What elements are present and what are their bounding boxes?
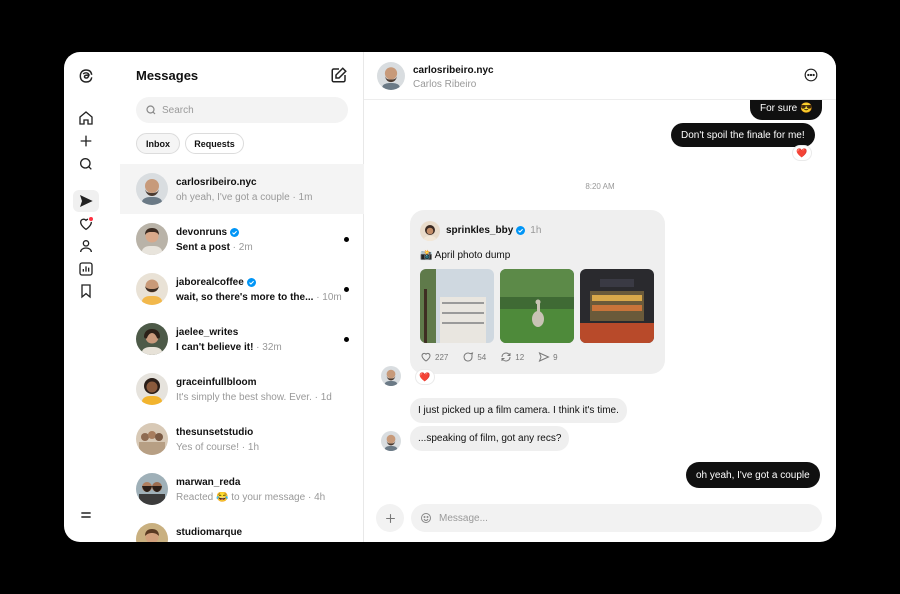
conversation-name: marwan_reda (176, 477, 241, 488)
add-attachment-button[interactable] (376, 504, 404, 532)
conversation-name: graceinfullbloom (176, 377, 257, 388)
notification-dot (88, 216, 94, 222)
shared-post-user: sprinkles_bby 1h (446, 225, 542, 236)
comment-count[interactable]: 54 (462, 351, 486, 363)
conversation-item[interactable]: jaelee_writes I can't believe it! · 32m (120, 314, 364, 364)
avatar (420, 221, 440, 241)
heart-icon (421, 352, 431, 362)
share-count[interactable]: 9 (538, 351, 558, 363)
send-icon[interactable] (73, 190, 99, 212)
unread-dot (344, 337, 349, 342)
conversation-item[interactable]: graceinfullbloom It's simply the best sh… (120, 364, 364, 414)
message-incoming[interactable]: I just picked up a film camera. I think … (410, 398, 627, 423)
avatar (136, 273, 168, 305)
conversation-preview: oh yeah, I've got a couple · 1m (176, 192, 313, 203)
avatar (136, 473, 168, 505)
messages-title: Messages (136, 68, 199, 83)
unread-dot (344, 237, 349, 242)
chat-username[interactable]: carlosribeiro.nyc (413, 65, 494, 76)
app-window: Messages Inbox Requests carlosribeiro.ny… (64, 52, 836, 542)
conversation-item[interactable]: devonruns Sent a post · 2m (120, 214, 364, 264)
insights-icon[interactable] (75, 258, 97, 280)
search-icon[interactable] (75, 153, 97, 175)
more-options-icon[interactable] (804, 68, 818, 82)
message-input[interactable] (439, 504, 809, 532)
avatar (136, 423, 168, 455)
threads-logo-icon[interactable] (75, 65, 97, 87)
conversation-preview: It's simply the best show. Ever. · 1d (176, 392, 332, 403)
conversation-preview: Yes of course! · 1h (176, 442, 260, 453)
conversation-item[interactable]: thesunsetstudio Yes of course! · 1h (120, 414, 364, 464)
search-input[interactable] (162, 97, 342, 123)
conversation-name: studiomarque (176, 527, 243, 538)
conversation-name: thesunsetstudio (176, 427, 254, 438)
repost-count[interactable]: 12 (500, 351, 524, 363)
chat-panel: carlosribeiro.nyc Carlos Ribeiro For sur… (364, 52, 836, 542)
conversation-item[interactable]: marwan_reda Reacted 😂 to your message · … (120, 464, 364, 514)
heart-icon[interactable] (75, 213, 97, 235)
conversation-list: carlosribeiro.nyc oh yeah, I've got a co… (120, 164, 364, 542)
shared-post-time: 1h (530, 225, 542, 236)
avatar[interactable] (377, 62, 405, 90)
post-photo[interactable] (580, 269, 654, 343)
avatar (136, 523, 168, 542)
message-incoming[interactable]: ...speaking of film, got any recs? (410, 426, 570, 451)
conversation-item[interactable]: studiomarque (120, 514, 364, 542)
avatar (136, 173, 168, 205)
reaction-heart[interactable]: ❤️ (415, 369, 435, 385)
share-icon (538, 352, 550, 362)
message-composer (376, 504, 822, 532)
plus-icon[interactable] (75, 130, 97, 152)
conversation-item[interactable]: carlosribeiro.nyc oh yeah, I've got a co… (120, 164, 364, 214)
plus-icon (385, 513, 395, 523)
repost-icon (501, 352, 511, 362)
conversation-preview: I can't believe it! · 32m (176, 342, 282, 353)
conversation-list-panel: Messages Inbox Requests carlosribeiro.ny… (120, 52, 364, 542)
conversation-preview: Reacted 😂 to your message · 4h (176, 492, 326, 503)
conversation-item[interactable]: jaborealcoffee wait, so there's more to … (120, 264, 364, 314)
conversation-preview: wait, so there's more to the... · 10m (176, 292, 342, 303)
nav-rail (64, 52, 108, 542)
chat-header: carlosribeiro.nyc Carlos Ribeiro (364, 52, 836, 100)
comment-icon (463, 352, 474, 362)
avatar (136, 223, 168, 255)
avatar (136, 373, 168, 405)
message-outgoing[interactable]: oh yeah, I've got a couple (686, 462, 820, 488)
conversation-name: devonruns (176, 227, 240, 238)
avatar (381, 366, 401, 386)
message-outgoing[interactable]: Don't spoil the finale for me! (671, 123, 815, 147)
shared-post-card[interactable]: sprinkles_bby 1h 📸 April photo dump 227 (410, 210, 665, 374)
reaction-heart[interactable]: ❤️ (792, 145, 812, 161)
tab-requests[interactable]: Requests (185, 133, 244, 154)
profile-icon[interactable] (75, 235, 97, 257)
emoji-icon[interactable] (420, 512, 432, 524)
post-photo[interactable] (500, 269, 574, 343)
avatar (136, 323, 168, 355)
post-actions: 227 54 12 9 (420, 351, 558, 363)
post-photo[interactable] (420, 269, 494, 343)
search-box (136, 97, 348, 123)
conversation-name: jaborealcoffee (176, 277, 256, 288)
unread-dot (344, 287, 349, 292)
shared-post-text: 📸 April photo dump (420, 250, 511, 261)
avatar (381, 431, 401, 451)
home-icon[interactable] (75, 107, 97, 129)
search-icon (146, 105, 156, 115)
verified-badge-icon (246, 278, 256, 287)
verified-badge-icon (516, 226, 526, 235)
like-count[interactable]: 227 (420, 351, 448, 363)
chat-full-name: Carlos Ribeiro (413, 79, 477, 90)
tab-inbox[interactable]: Inbox (136, 133, 180, 154)
compose-icon[interactable] (330, 66, 348, 84)
timestamp: 8:20 AM (585, 182, 615, 191)
menu-icon[interactable] (75, 504, 97, 526)
conversation-name: jaelee_writes (176, 327, 239, 338)
conversation-preview: Sent a post · 2m (176, 242, 253, 253)
conversation-name: carlosribeiro.nyc (176, 177, 257, 188)
bookmark-icon[interactable] (75, 280, 97, 302)
verified-badge-icon (230, 228, 240, 237)
message-box (411, 504, 822, 532)
